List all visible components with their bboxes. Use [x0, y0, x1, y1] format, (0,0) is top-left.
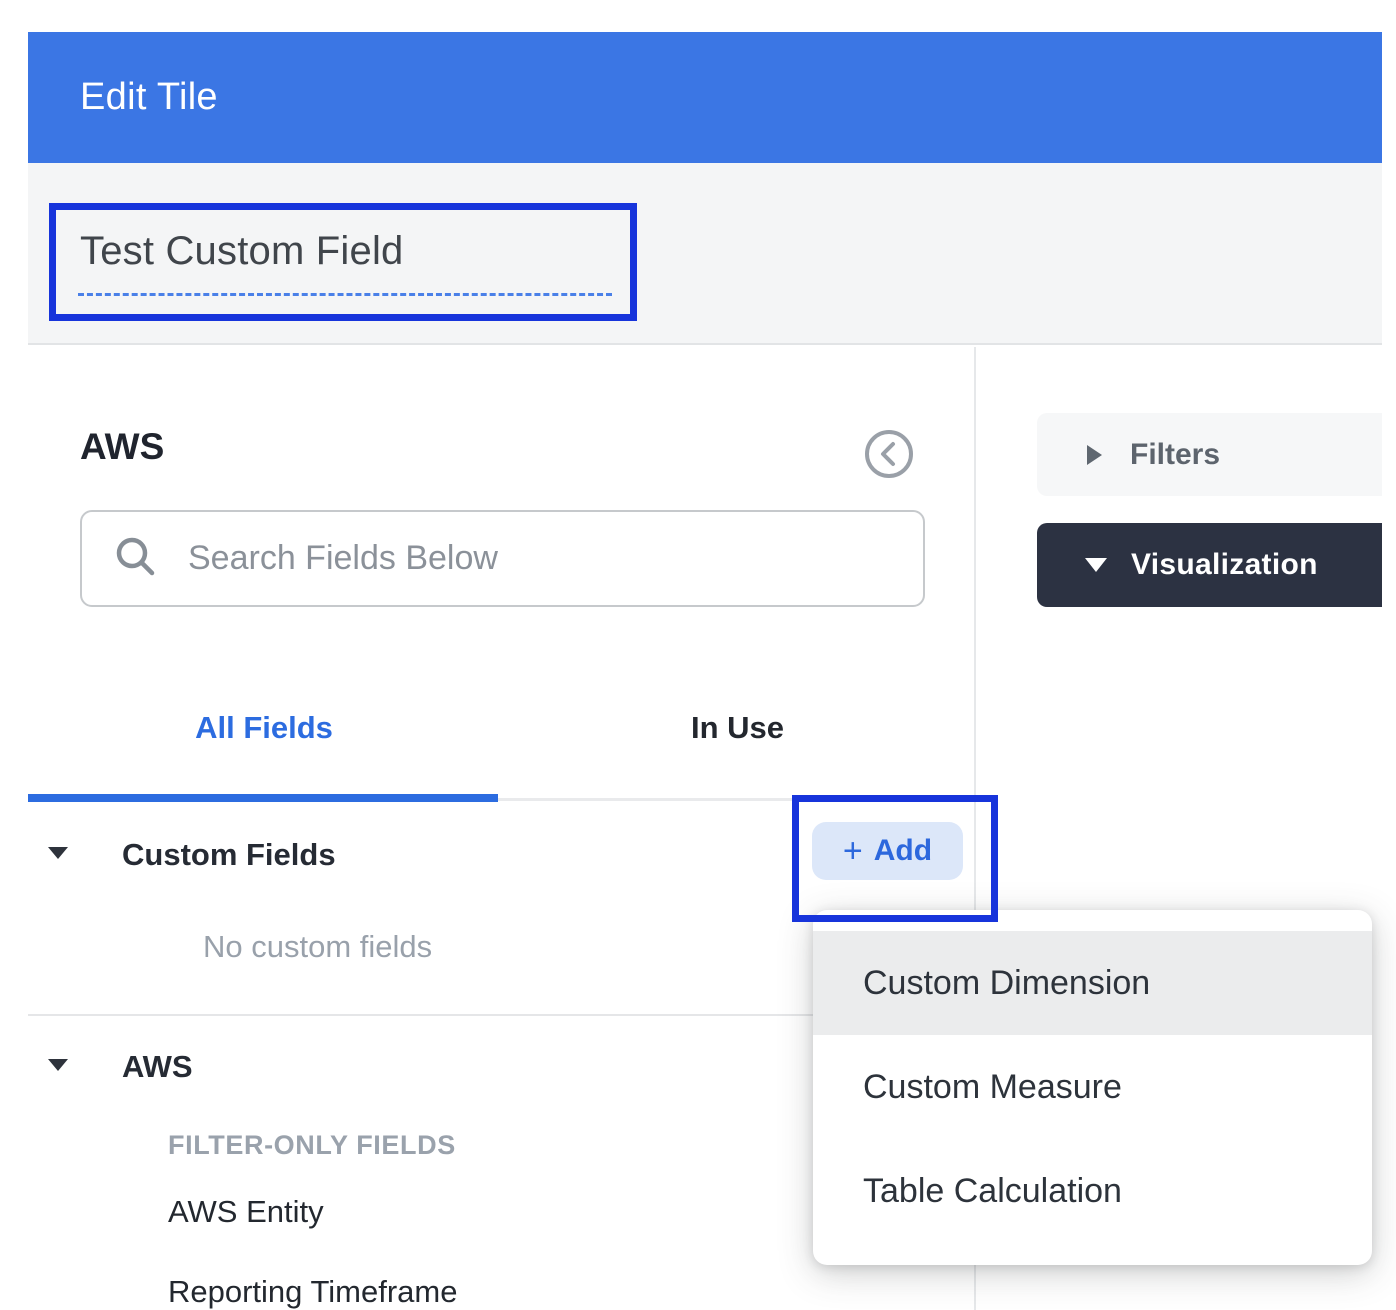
add-field-menu: Custom Dimension Custom Measure Table Ca…	[813, 910, 1372, 1265]
collapse-panel-button[interactable]	[863, 428, 915, 480]
filters-label: Filters	[1130, 438, 1220, 472]
custom-fields-caret-icon[interactable]	[48, 847, 68, 859]
menu-item-custom-measure[interactable]: Custom Measure	[813, 1035, 1372, 1139]
search-icon	[112, 533, 158, 584]
menu-item-custom-dimension[interactable]: Custom Dimension	[813, 931, 1372, 1035]
triangle-right-icon	[1087, 445, 1102, 465]
active-tab-indicator	[28, 794, 498, 802]
tab-in-use[interactable]: In Use	[500, 706, 975, 750]
filter-only-fields-heading: FILTER-ONLY FIELDS	[168, 1130, 456, 1161]
visualization-label: Visualization	[1131, 548, 1318, 582]
chevron-left-circle-icon	[863, 468, 915, 483]
aws-section-caret-icon[interactable]	[48, 1059, 68, 1071]
tab-all-fields[interactable]: All Fields	[28, 706, 500, 750]
title-band: Test Custom Field	[28, 163, 1382, 345]
visualization-expander[interactable]: Visualization	[1037, 523, 1382, 607]
section-custom-fields[interactable]: Custom Fields	[122, 837, 336, 873]
dialog-title: Edit Tile	[80, 76, 218, 119]
add-button-label: Add	[874, 834, 932, 868]
title-input-underline	[78, 293, 612, 296]
edit-tile-dialog: Edit Tile Test Custom Field AWS All Fiel…	[0, 0, 1396, 1310]
filters-expander[interactable]: Filters	[1037, 413, 1382, 496]
explore-name-heading: AWS	[80, 426, 164, 468]
section-aws[interactable]: AWS	[122, 1049, 193, 1085]
menu-item-table-calculation[interactable]: Table Calculation	[813, 1139, 1372, 1243]
search-input[interactable]	[188, 539, 888, 578]
add-custom-field-button[interactable]: + Add	[812, 822, 963, 880]
field-item-aws-entity[interactable]: AWS Entity	[168, 1194, 324, 1230]
field-search-box[interactable]	[80, 510, 925, 607]
tile-title-input[interactable]: Test Custom Field	[80, 229, 404, 274]
dialog-header: Edit Tile	[28, 32, 1382, 163]
triangle-down-icon	[1085, 558, 1107, 572]
no-custom-fields-text: No custom fields	[203, 929, 432, 965]
plus-icon: +	[843, 834, 863, 868]
field-item-reporting-timeframe[interactable]: Reporting Timeframe	[168, 1274, 457, 1310]
